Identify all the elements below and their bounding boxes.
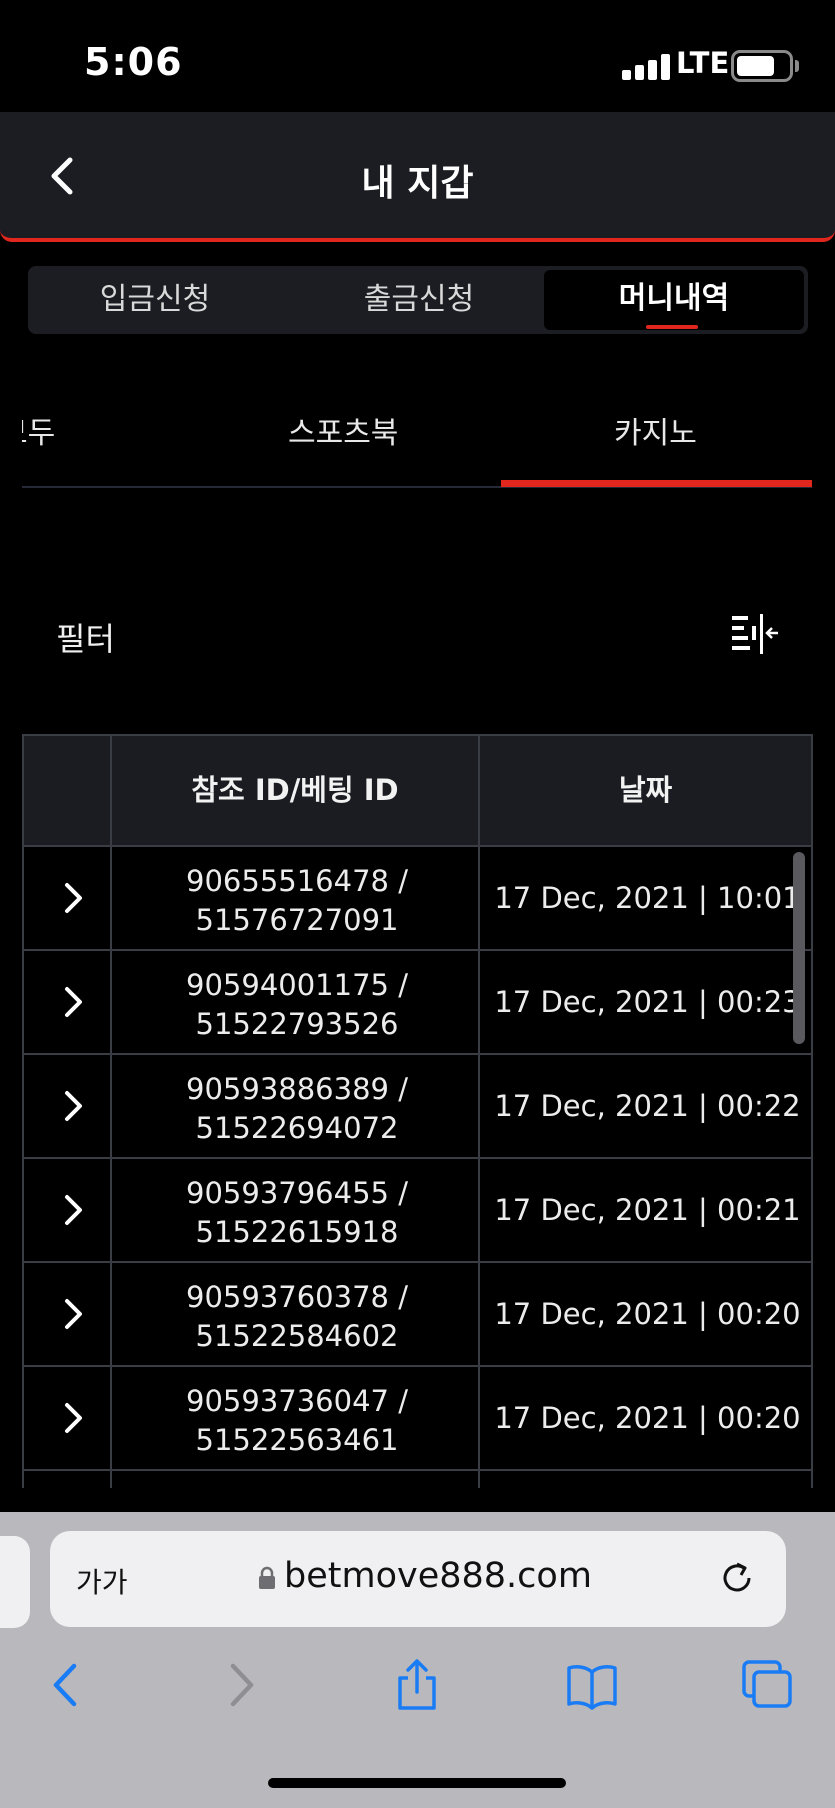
subtab-all[interactable]: 모두 [22, 408, 55, 452]
wallet-segment-tabs: 입금신청 출금신청 머니내역 [28, 266, 808, 334]
filter-collapse-icon[interactable] [730, 612, 780, 656]
table-row[interactable]: 90593736047 /51522563461 17 Dec, 2021 | … [22, 1367, 813, 1471]
subtab-casino[interactable]: 카지노 [614, 408, 697, 452]
cellular-signal-icon [622, 54, 670, 80]
chevron-right-icon[interactable] [58, 1089, 88, 1123]
status-bar: 5:06 LTE [0, 0, 835, 112]
forward-icon[interactable] [215, 1658, 269, 1712]
filter-label: 필터 [56, 620, 115, 658]
reference-cell: 90594001175 /51522793526 [186, 968, 408, 1041]
reference-cell: 90593886389 /51522694072 [186, 1072, 408, 1145]
home-indicator[interactable] [268, 1778, 566, 1788]
subtab-sportsbook[interactable]: 스포츠북 [288, 408, 398, 452]
reference-cell: 90593760378 /51522584602 [186, 1280, 408, 1353]
url-text[interactable]: betmove888.com [284, 1556, 592, 1596]
date-cell: 17 Dec, 2021 | 00:21 [494, 1193, 801, 1227]
date-cell: 17 Dec, 2021 | 00:22 [494, 1089, 801, 1123]
status-time: 5:06 [84, 40, 183, 84]
tab-money-history[interactable]: 머니내역 [544, 270, 804, 330]
page-title: 내 지갑 [361, 163, 474, 204]
header-date: 날짜 [618, 773, 673, 807]
reload-icon[interactable] [717, 1558, 757, 1598]
share-icon[interactable] [390, 1658, 444, 1712]
lock-icon [259, 1566, 275, 1589]
table-row-partial[interactable] [22, 1471, 813, 1488]
chevron-right-icon[interactable] [58, 1297, 88, 1331]
bookmarks-icon[interactable] [565, 1658, 619, 1712]
back-icon[interactable] [38, 1658, 92, 1712]
text-size-button[interactable]: 가가 [76, 1561, 128, 1601]
table-row[interactable]: 90593760378 /51522584602 17 Dec, 2021 | … [22, 1263, 813, 1367]
history-sub-tabs: 모두 스포츠북 카지노 [22, 380, 812, 490]
active-subtab-indicator [501, 480, 812, 487]
date-cell: 17 Dec, 2021 | 00:20 [494, 1297, 801, 1331]
tabs-icon[interactable] [740, 1658, 794, 1712]
table-row[interactable]: 90593886389 /51522694072 17 Dec, 2021 | … [22, 1055, 813, 1159]
table-row[interactable]: 90593796455 /51522615918 17 Dec, 2021 | … [22, 1159, 813, 1263]
chevron-right-icon[interactable] [58, 985, 88, 1019]
reference-cell: 90593796455 /51522615918 [186, 1176, 408, 1249]
date-cell: 17 Dec, 2021 | 00:20 [494, 1401, 801, 1435]
chevron-right-icon[interactable] [58, 881, 88, 915]
tab-deposit-request[interactable]: 입금신청 [28, 266, 282, 334]
reference-cell: 90593736047 /51522563461 [186, 1384, 408, 1457]
date-cell: 17 Dec, 2021 | 00:23 [494, 985, 801, 1019]
app-header: 내 지갑 [0, 112, 835, 242]
chevron-right-icon[interactable] [58, 1401, 88, 1435]
table-row[interactable]: 90594001175 /51522793526 17 Dec, 2021 | … [22, 951, 813, 1055]
table-row[interactable]: 90655516478 /51576727091 17 Dec, 2021 | … [22, 847, 813, 951]
previous-tab-peek[interactable] [0, 1536, 30, 1628]
table-scrollbar[interactable] [793, 852, 805, 1044]
reference-cell: 90655516478 /51576727091 [186, 864, 408, 937]
network-type: LTE [676, 46, 730, 80]
tab-withdraw-request[interactable]: 출금신청 [292, 266, 546, 334]
header-reference-id: 참조 ID/베팅 ID [191, 773, 399, 807]
date-cell: 17 Dec, 2021 | 10:01 [494, 881, 801, 915]
header-expand [24, 736, 112, 845]
chevron-right-icon[interactable] [58, 1193, 88, 1227]
battery-icon [731, 50, 793, 82]
table-header: 참조 ID/베팅 ID 날짜 [22, 734, 813, 847]
money-history-table: 참조 ID/베팅 ID 날짜 90655516478 /51576727091 … [22, 734, 813, 1488]
active-tab-indicator [646, 325, 698, 329]
